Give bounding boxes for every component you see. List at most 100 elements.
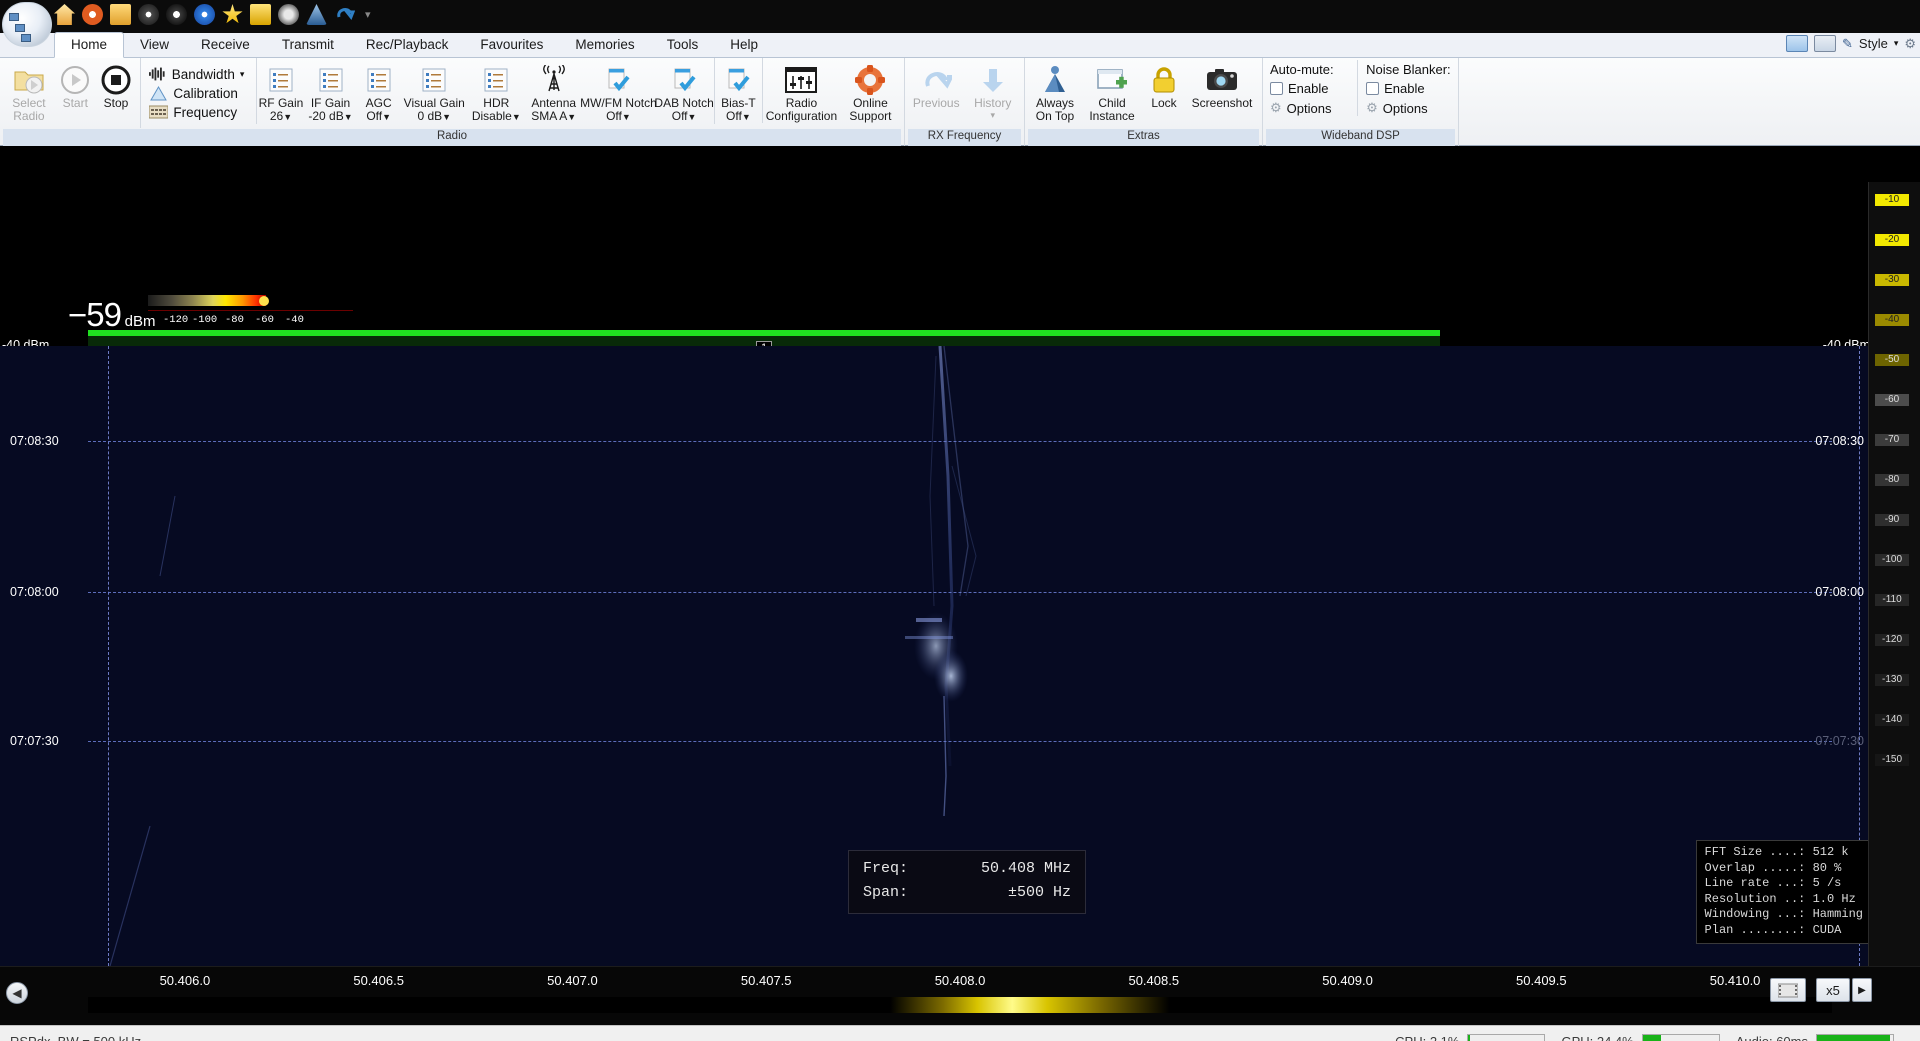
color-bar-knob[interactable] (259, 296, 269, 306)
radio-configuration-button[interactable]: Radio Configuration (762, 58, 840, 123)
style-label[interactable]: Style (1859, 36, 1888, 51)
zoom-next-button[interactable]: ▶ (1852, 978, 1872, 1002)
star-icon[interactable] (222, 4, 243, 24)
right-scale-tick-2[interactable]: -30 (1875, 274, 1909, 286)
bias-t-button[interactable]: Bias-T Off▼ (713, 58, 762, 124)
tab-view[interactable]: View (124, 33, 185, 57)
select-radio-button[interactable]: Select Radio (3, 58, 55, 123)
play-disc-icon[interactable] (138, 4, 159, 25)
calibration-button[interactable]: Calibration (145, 84, 248, 103)
rf-gain-button[interactable]: RF Gain 26▼ (256, 58, 304, 124)
notch-check-icon (670, 63, 698, 97)
more-icon[interactable]: ▾ (365, 8, 371, 21)
child-instance-button[interactable]: Child Instance (1082, 58, 1142, 123)
dab-notch-value[interactable]: Off▼ (672, 110, 697, 124)
panadapter-spectrum-band[interactable] (88, 997, 1832, 1013)
stop-icon (101, 63, 131, 97)
tab-memories[interactable]: Memories (559, 33, 650, 57)
visual-gain-value[interactable]: 0 dB▼ (417, 110, 451, 124)
right-scale-tick-10[interactable]: -110 (1875, 594, 1909, 606)
dab-notch-button[interactable]: DAB Notch Off▼ (654, 58, 714, 124)
zoom-level-display[interactable]: x5 (1816, 978, 1850, 1002)
style-palette-icon[interactable]: ✎ (1842, 36, 1853, 52)
folder-icon[interactable] (110, 4, 131, 25)
if-gain-button[interactable]: IF Gain -20 dB▼ (305, 58, 357, 124)
lock-icon[interactable] (250, 4, 271, 25)
frequency-button[interactable]: Frequency (145, 103, 248, 122)
right-scale-tick-4[interactable]: -50 (1875, 354, 1909, 366)
right-scale-tick-11[interactable]: -120 (1875, 634, 1909, 646)
tab-tools[interactable]: Tools (651, 33, 715, 57)
antenna-button[interactable]: Antenna SMA A▼ (525, 58, 582, 124)
home-icon[interactable] (54, 4, 75, 25)
right-scale-tick-13[interactable]: -140 (1875, 714, 1909, 726)
record-screen-button[interactable] (1770, 978, 1806, 1002)
bandwidth-caret-icon[interactable]: ▾ (240, 69, 245, 80)
always-on-top-button[interactable]: Always On Top (1028, 58, 1082, 123)
history-caret-icon[interactable]: ▾ (990, 110, 995, 121)
lifebuoy-icon[interactable] (82, 4, 103, 25)
checkbox-box[interactable] (1366, 82, 1380, 95)
mw-fm-notch-button[interactable]: MW/FM Notch Off▼ (580, 58, 657, 124)
tab-favourites[interactable]: Favourites (464, 33, 559, 57)
undo-icon[interactable] (334, 4, 355, 25)
right-scale-tick-7[interactable]: -80 (1875, 474, 1909, 486)
spectrum-panel[interactable]: -40 dBm -50 dBm -60 dBm -70 dBm -80 dBm … (0, 146, 1920, 346)
right-scale-tick-1[interactable]: -20 (1875, 234, 1909, 246)
right-scale-tick-14[interactable]: -150 (1875, 754, 1909, 766)
antenna-icon[interactable] (306, 4, 327, 25)
alarm-icon[interactable] (278, 4, 299, 25)
color-gradient-bar[interactable] (148, 295, 266, 306)
auto-mute-enable-checkbox[interactable]: Enable (1270, 81, 1349, 100)
app-logo-orb[interactable] (2, 2, 52, 47)
pan-left-button[interactable]: ◀ (6, 982, 28, 1004)
lock-button[interactable]: Lock (1142, 58, 1186, 110)
noise-blanker-enable-checkbox[interactable]: Enable (1366, 81, 1451, 100)
checkbox-box[interactable] (1270, 82, 1283, 95)
right-scale-tick-0[interactable]: -10 (1875, 194, 1909, 206)
online-support-label2: Support (849, 109, 892, 123)
right-scale-tick-5[interactable]: -60 (1875, 394, 1909, 406)
visual-gain-button[interactable]: Visual Gain 0 dB▼ (401, 58, 468, 124)
agc-button[interactable]: AGC Off▼ (356, 58, 400, 124)
agc-value[interactable]: Off▼ (366, 110, 391, 124)
waterfall-panel[interactable]: 07:08:30 07:08:00 07:07:30 07:08:30 07:0… (0, 346, 1920, 966)
screenshot-button[interactable]: Screenshot (1186, 58, 1258, 110)
mw-fm-notch-value[interactable]: Off▼ (606, 110, 631, 124)
stop-disc-icon[interactable] (166, 4, 187, 25)
right-scale-tick-8[interactable]: -90 (1875, 514, 1909, 526)
bandwidth-button[interactable]: Bandwidth ▾ (145, 65, 248, 84)
panadapter-tick-1: 50.406.5 (353, 973, 404, 988)
start-button[interactable]: Start (55, 58, 96, 110)
right-scale-tick-9[interactable]: -100 (1875, 554, 1909, 566)
online-support-button[interactable]: Online Support (840, 58, 901, 123)
plus-disc-icon[interactable] (194, 4, 215, 25)
panadapter-bar[interactable]: ◀ x5 ▶ 50.406.0 50.406.5 50.407.0 50.407.5 5… (0, 966, 1920, 1025)
right-color-scale[interactable]: -10 -20 -30 -40 -50 -60 -70 -80 -90 -100 -110 -120 -… (1868, 182, 1920, 982)
tab-home[interactable]: Home (54, 32, 125, 58)
bias-t-value[interactable]: Off▼ (726, 110, 751, 124)
tab-rec-playback[interactable]: Rec/Playback (350, 33, 465, 57)
previous-button[interactable]: Previous (908, 58, 965, 110)
noise-blanker-options-button[interactable]: ⚙ Options (1366, 100, 1451, 116)
antenna-value[interactable]: SMA A▼ (531, 110, 576, 124)
cone-icon (1041, 63, 1069, 97)
rf-gain-value[interactable]: 26▼ (270, 110, 292, 124)
tab-transmit[interactable]: Transmit (266, 33, 350, 57)
layout-button-2[interactable] (1814, 35, 1836, 52)
right-scale-tick-6[interactable]: -70 (1875, 434, 1909, 446)
radio-configuration-label2: Configuration (765, 109, 838, 123)
style-caret-icon[interactable]: ▾ (1894, 38, 1899, 49)
auto-mute-options-button[interactable]: ⚙ Options (1270, 100, 1349, 116)
layout-button-1[interactable] (1786, 35, 1808, 52)
tab-receive[interactable]: Receive (185, 33, 266, 57)
hdr-value[interactable]: Disable▼ (472, 110, 521, 124)
right-scale-tick-3[interactable]: -40 (1875, 314, 1909, 326)
if-gain-value[interactable]: -20 dB▼ (308, 110, 352, 124)
stop-button[interactable]: Stop (96, 58, 137, 110)
settings-gear-icon[interactable]: ⚙ (1904, 36, 1916, 52)
right-scale-tick-12[interactable]: -130 (1875, 674, 1909, 686)
hdr-button[interactable]: HDR Disable▼ (468, 58, 525, 124)
history-button[interactable]: History ▾ (965, 58, 1022, 121)
tab-help[interactable]: Help (714, 33, 774, 57)
